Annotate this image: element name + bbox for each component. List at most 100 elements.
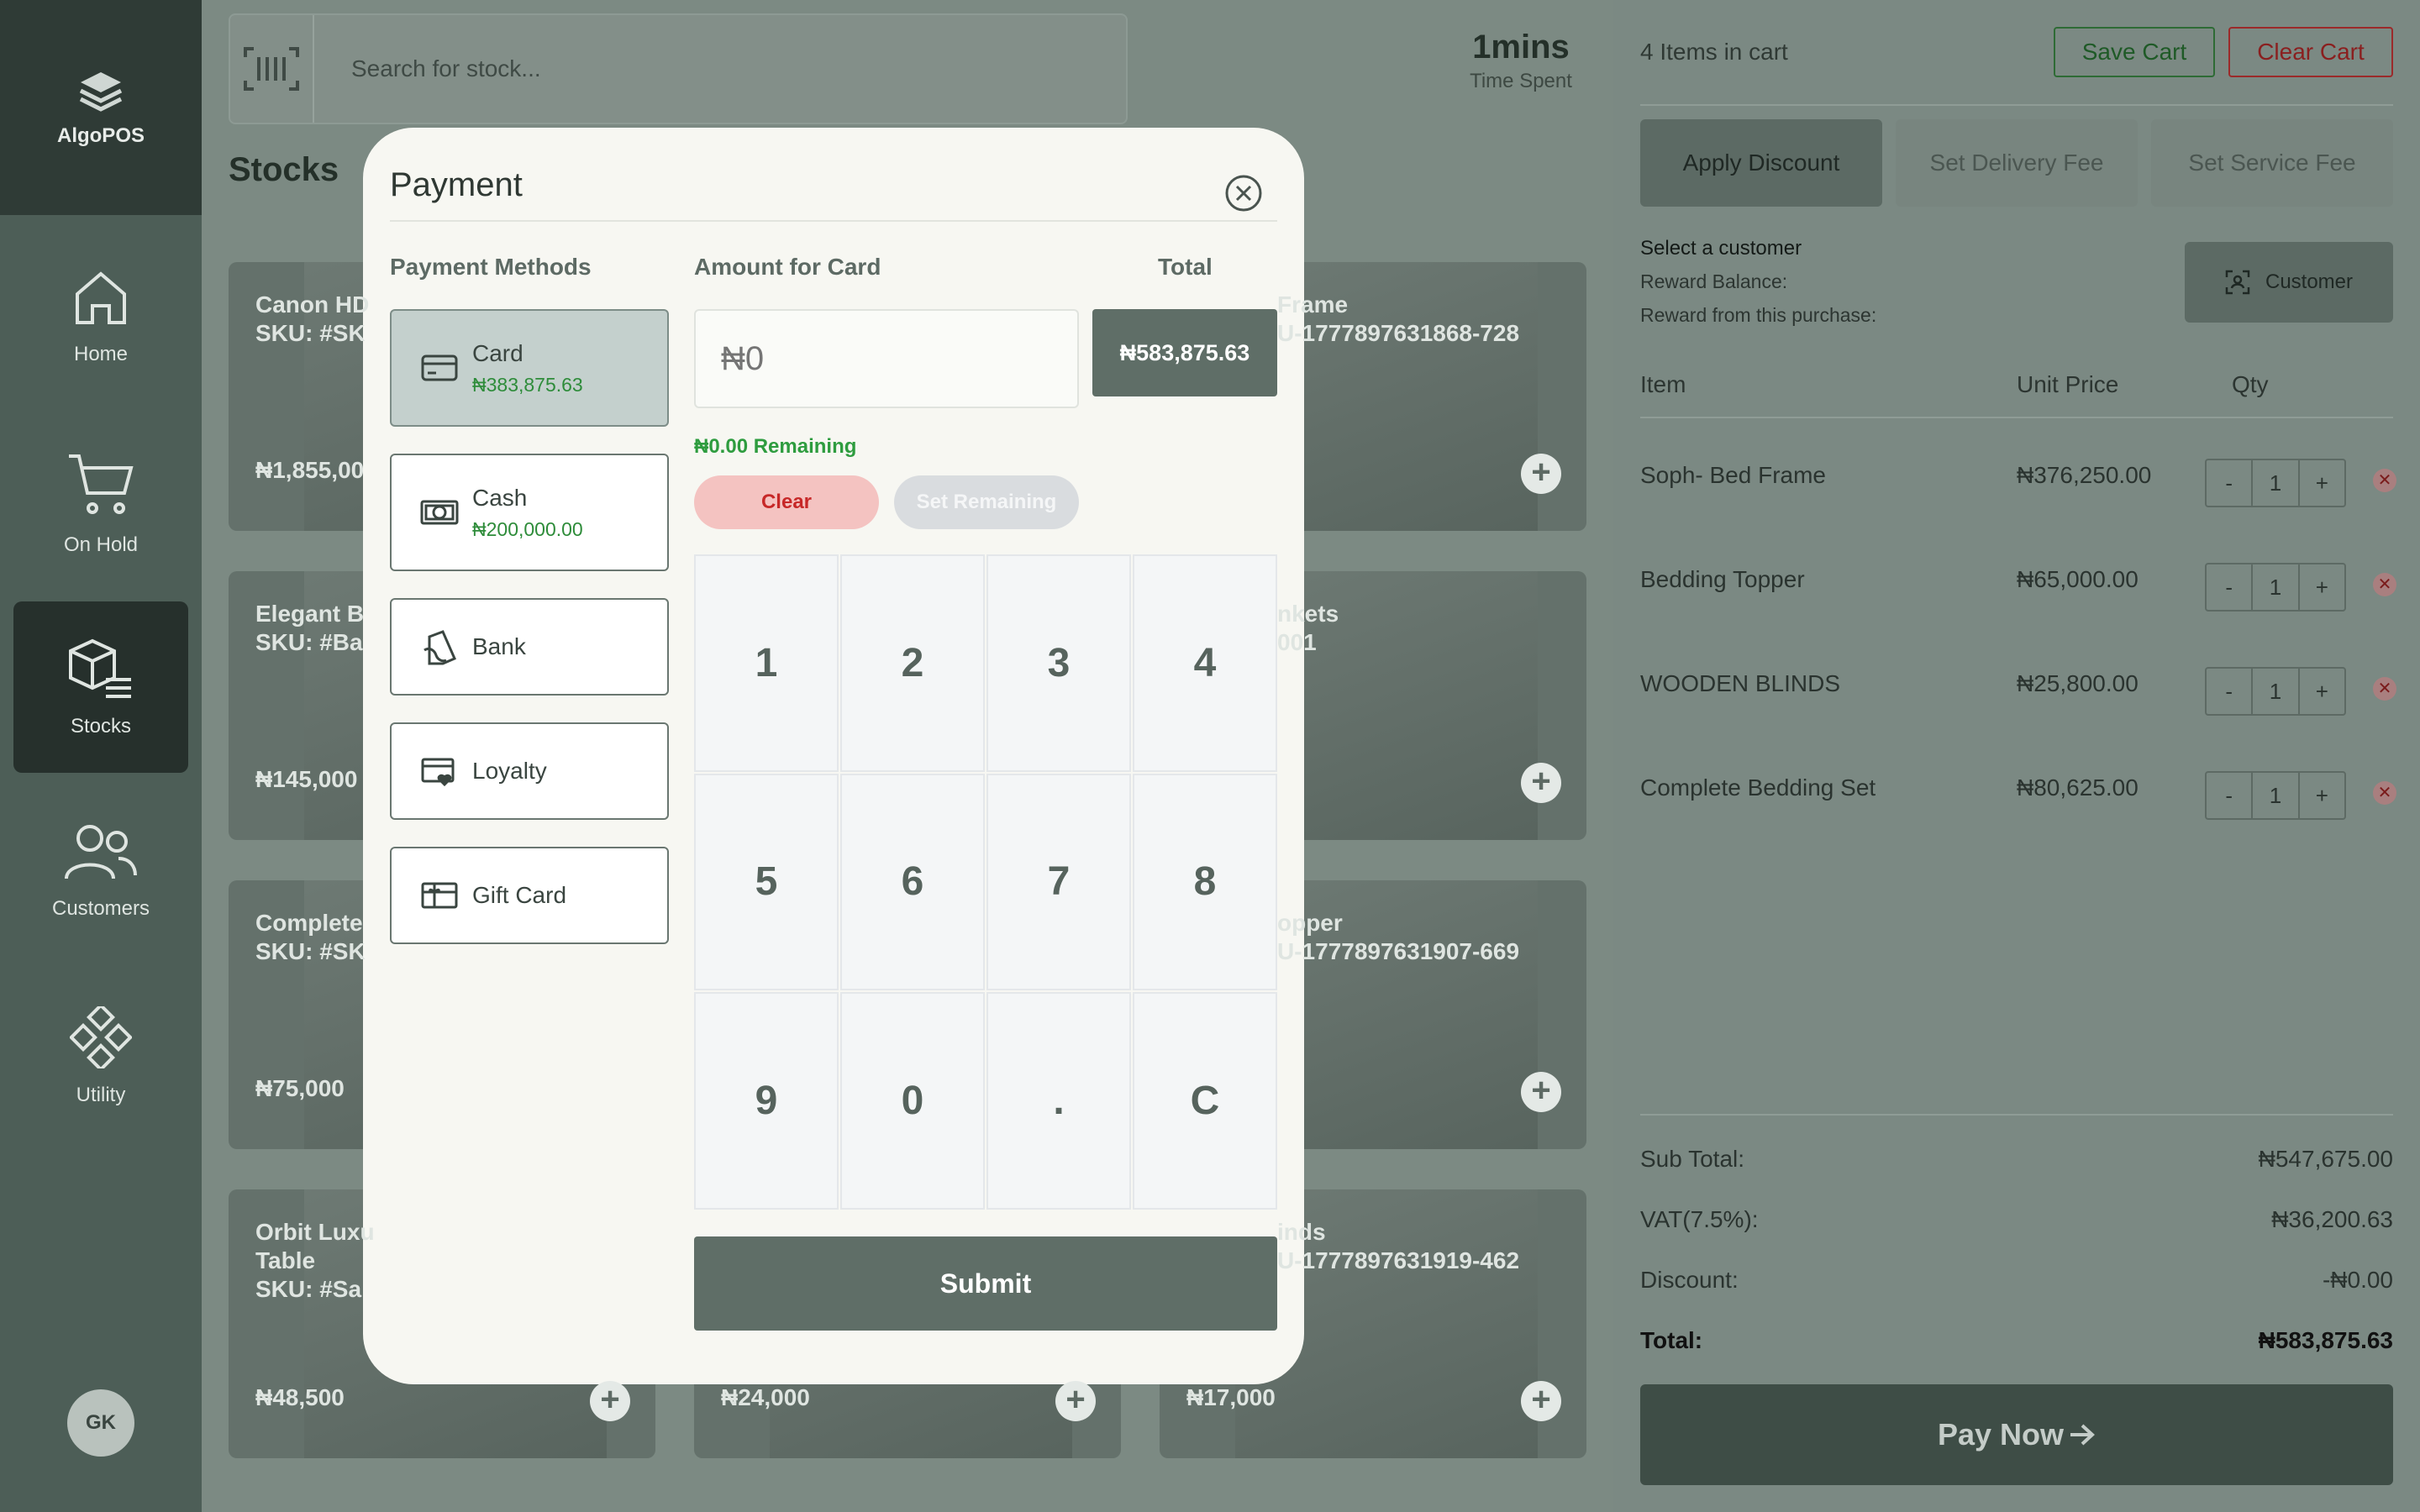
stock-price: ₦17,000 bbox=[1186, 1384, 1276, 1410]
key-4[interactable]: 4 bbox=[1133, 554, 1277, 772]
cart-count: 4 Items in cart bbox=[1640, 39, 1788, 65]
barcode-scan-button[interactable] bbox=[230, 15, 314, 123]
remove-item-button[interactable]: ✕ bbox=[2373, 469, 2396, 492]
set-service-fee-button[interactable]: Set Service Fee bbox=[2151, 119, 2393, 207]
method-amount: ₦383,875.63 bbox=[472, 373, 583, 396]
payment-method-cash[interactable]: Cash ₦200,000.00 bbox=[390, 454, 669, 571]
payment-method-gift-card[interactable]: Gift Card bbox=[390, 847, 669, 944]
pay-now-button[interactable]: Pay Now bbox=[1640, 1384, 2393, 1485]
quantity-value[interactable]: 1 bbox=[2253, 669, 2300, 714]
logo[interactable]: AlgoPOS bbox=[0, 0, 202, 215]
customer-button-label: Customer bbox=[2265, 270, 2354, 293]
remove-item-button[interactable]: ✕ bbox=[2373, 781, 2396, 805]
add-to-cart-button[interactable]: + bbox=[590, 1381, 630, 1421]
nav-home[interactable]: Home bbox=[13, 232, 188, 403]
nav-customers[interactable]: Customers bbox=[13, 786, 188, 958]
add-to-cart-button[interactable]: + bbox=[1055, 1381, 1096, 1421]
method-label: Loyalty bbox=[472, 758, 547, 784]
clear-amount-button[interactable]: Clear bbox=[694, 475, 879, 529]
payment-modal: Payment Payment Methods Amount for Card … bbox=[363, 128, 1304, 1384]
stock-name: Orbit Luxu Table SKU: #Sa bbox=[255, 1219, 375, 1302]
decrement-button[interactable]: - bbox=[2207, 669, 2254, 714]
diamonds-icon bbox=[70, 1006, 132, 1068]
nav-stocks[interactable]: Stocks bbox=[13, 601, 188, 773]
search-box bbox=[229, 13, 1128, 124]
set-remaining-button[interactable]: Set Remaining bbox=[894, 475, 1079, 529]
avatar[interactable]: GK bbox=[67, 1389, 134, 1457]
key-decimal[interactable]: . bbox=[986, 992, 1131, 1210]
cart-item-name: Bedding Topper bbox=[1640, 566, 1805, 592]
divider bbox=[1640, 1114, 2393, 1116]
search-input[interactable] bbox=[351, 55, 1023, 82]
nav-utility[interactable]: Utility bbox=[13, 971, 188, 1142]
stock-price: ₦24,000 bbox=[721, 1384, 810, 1410]
save-cart-button[interactable]: Save Cart bbox=[2054, 27, 2215, 77]
close-icon[interactable] bbox=[1223, 173, 1264, 213]
key-7[interactable]: 7 bbox=[986, 773, 1131, 991]
add-to-cart-button[interactable]: + bbox=[1521, 1072, 1561, 1112]
stock-name: opper U-1777897631907-669 bbox=[1277, 910, 1520, 964]
discount-label: Discount: bbox=[1640, 1267, 1739, 1293]
decrement-button[interactable]: - bbox=[2207, 460, 2254, 506]
brand-name: AlgoPOS bbox=[56, 124, 145, 147]
vat-value: ₦36,200.63 bbox=[2271, 1206, 2393, 1232]
key-clear[interactable]: C bbox=[1133, 992, 1277, 1210]
bank-icon bbox=[420, 627, 459, 666]
key-0[interactable]: 0 bbox=[840, 992, 985, 1210]
numeric-keypad: 1 2 3 4 5 6 7 8 9 0 . C bbox=[694, 554, 1277, 1210]
add-to-cart-button[interactable]: + bbox=[1521, 1381, 1561, 1421]
stock-name: inds U-1777897631919-462 bbox=[1277, 1219, 1520, 1273]
key-6[interactable]: 6 bbox=[840, 773, 985, 991]
increment-button[interactable]: + bbox=[2300, 460, 2344, 506]
column-qty: Qty bbox=[2232, 371, 2269, 397]
add-to-cart-button[interactable]: + bbox=[1521, 763, 1561, 803]
clear-cart-button[interactable]: Clear Cart bbox=[2228, 27, 2393, 77]
quantity-stepper: - 1 + bbox=[2205, 771, 2346, 820]
method-label: Bank bbox=[472, 633, 526, 659]
key-2[interactable]: 2 bbox=[840, 554, 985, 772]
remove-item-button[interactable]: ✕ bbox=[2373, 677, 2396, 701]
quantity-value[interactable]: 1 bbox=[2253, 773, 2300, 818]
key-8[interactable]: 8 bbox=[1133, 773, 1277, 991]
increment-button[interactable]: + bbox=[2300, 773, 2344, 818]
apply-discount-button[interactable]: Apply Discount bbox=[1640, 119, 1882, 207]
key-9[interactable]: 9 bbox=[694, 992, 839, 1210]
discount-value: -₦0.00 bbox=[2322, 1267, 2393, 1293]
card-amount-input[interactable] bbox=[694, 309, 1079, 408]
quantity-value[interactable]: 1 bbox=[2253, 460, 2300, 506]
customer-button[interactable]: Customer bbox=[2185, 242, 2393, 323]
key-5[interactable]: 5 bbox=[694, 773, 839, 991]
increment-button[interactable]: + bbox=[2300, 669, 2344, 714]
cart-item-price: ₦65,000.00 bbox=[2017, 566, 2139, 592]
payment-method-card[interactable]: Card ₦383,875.63 bbox=[390, 309, 669, 427]
payment-method-bank[interactable]: Bank bbox=[390, 598, 669, 696]
decrement-button[interactable]: - bbox=[2207, 773, 2254, 818]
cart-item-price: ₦25,800.00 bbox=[2017, 670, 2139, 696]
quantity-value[interactable]: 1 bbox=[2253, 564, 2300, 610]
divider bbox=[1640, 104, 2393, 106]
column-item: Item bbox=[1640, 371, 1686, 397]
decrement-button[interactable]: - bbox=[2207, 564, 2254, 610]
key-1[interactable]: 1 bbox=[694, 554, 839, 772]
nav-customers-label: Customers bbox=[51, 897, 150, 920]
page-title: Stocks bbox=[229, 151, 339, 188]
nav-on-hold[interactable]: On Hold bbox=[13, 418, 188, 590]
add-to-cart-button[interactable]: + bbox=[1521, 454, 1561, 494]
key-3[interactable]: 3 bbox=[986, 554, 1131, 772]
increment-button[interactable]: + bbox=[2300, 564, 2344, 610]
submit-button[interactable]: Submit bbox=[694, 1236, 1277, 1331]
remove-item-button[interactable]: ✕ bbox=[2373, 573, 2396, 596]
select-customer-label: Select a customer bbox=[1640, 237, 1802, 260]
method-label: Gift Card bbox=[472, 882, 567, 908]
subtotal-label: Sub Total: bbox=[1640, 1146, 1745, 1172]
total-heading: Total bbox=[1158, 254, 1213, 280]
nav-utility-label: Utility bbox=[76, 1084, 126, 1106]
nav-home-label: Home bbox=[73, 343, 129, 365]
column-unit-price: Unit Price bbox=[2017, 371, 2119, 397]
payment-method-loyalty[interactable]: Loyalty bbox=[390, 722, 669, 820]
home-icon bbox=[76, 271, 126, 324]
quantity-stepper: - 1 + bbox=[2205, 667, 2346, 716]
set-delivery-fee-button[interactable]: Set Delivery Fee bbox=[1896, 119, 2138, 207]
modal-title: Payment bbox=[390, 166, 523, 203]
cash-icon bbox=[420, 493, 459, 532]
